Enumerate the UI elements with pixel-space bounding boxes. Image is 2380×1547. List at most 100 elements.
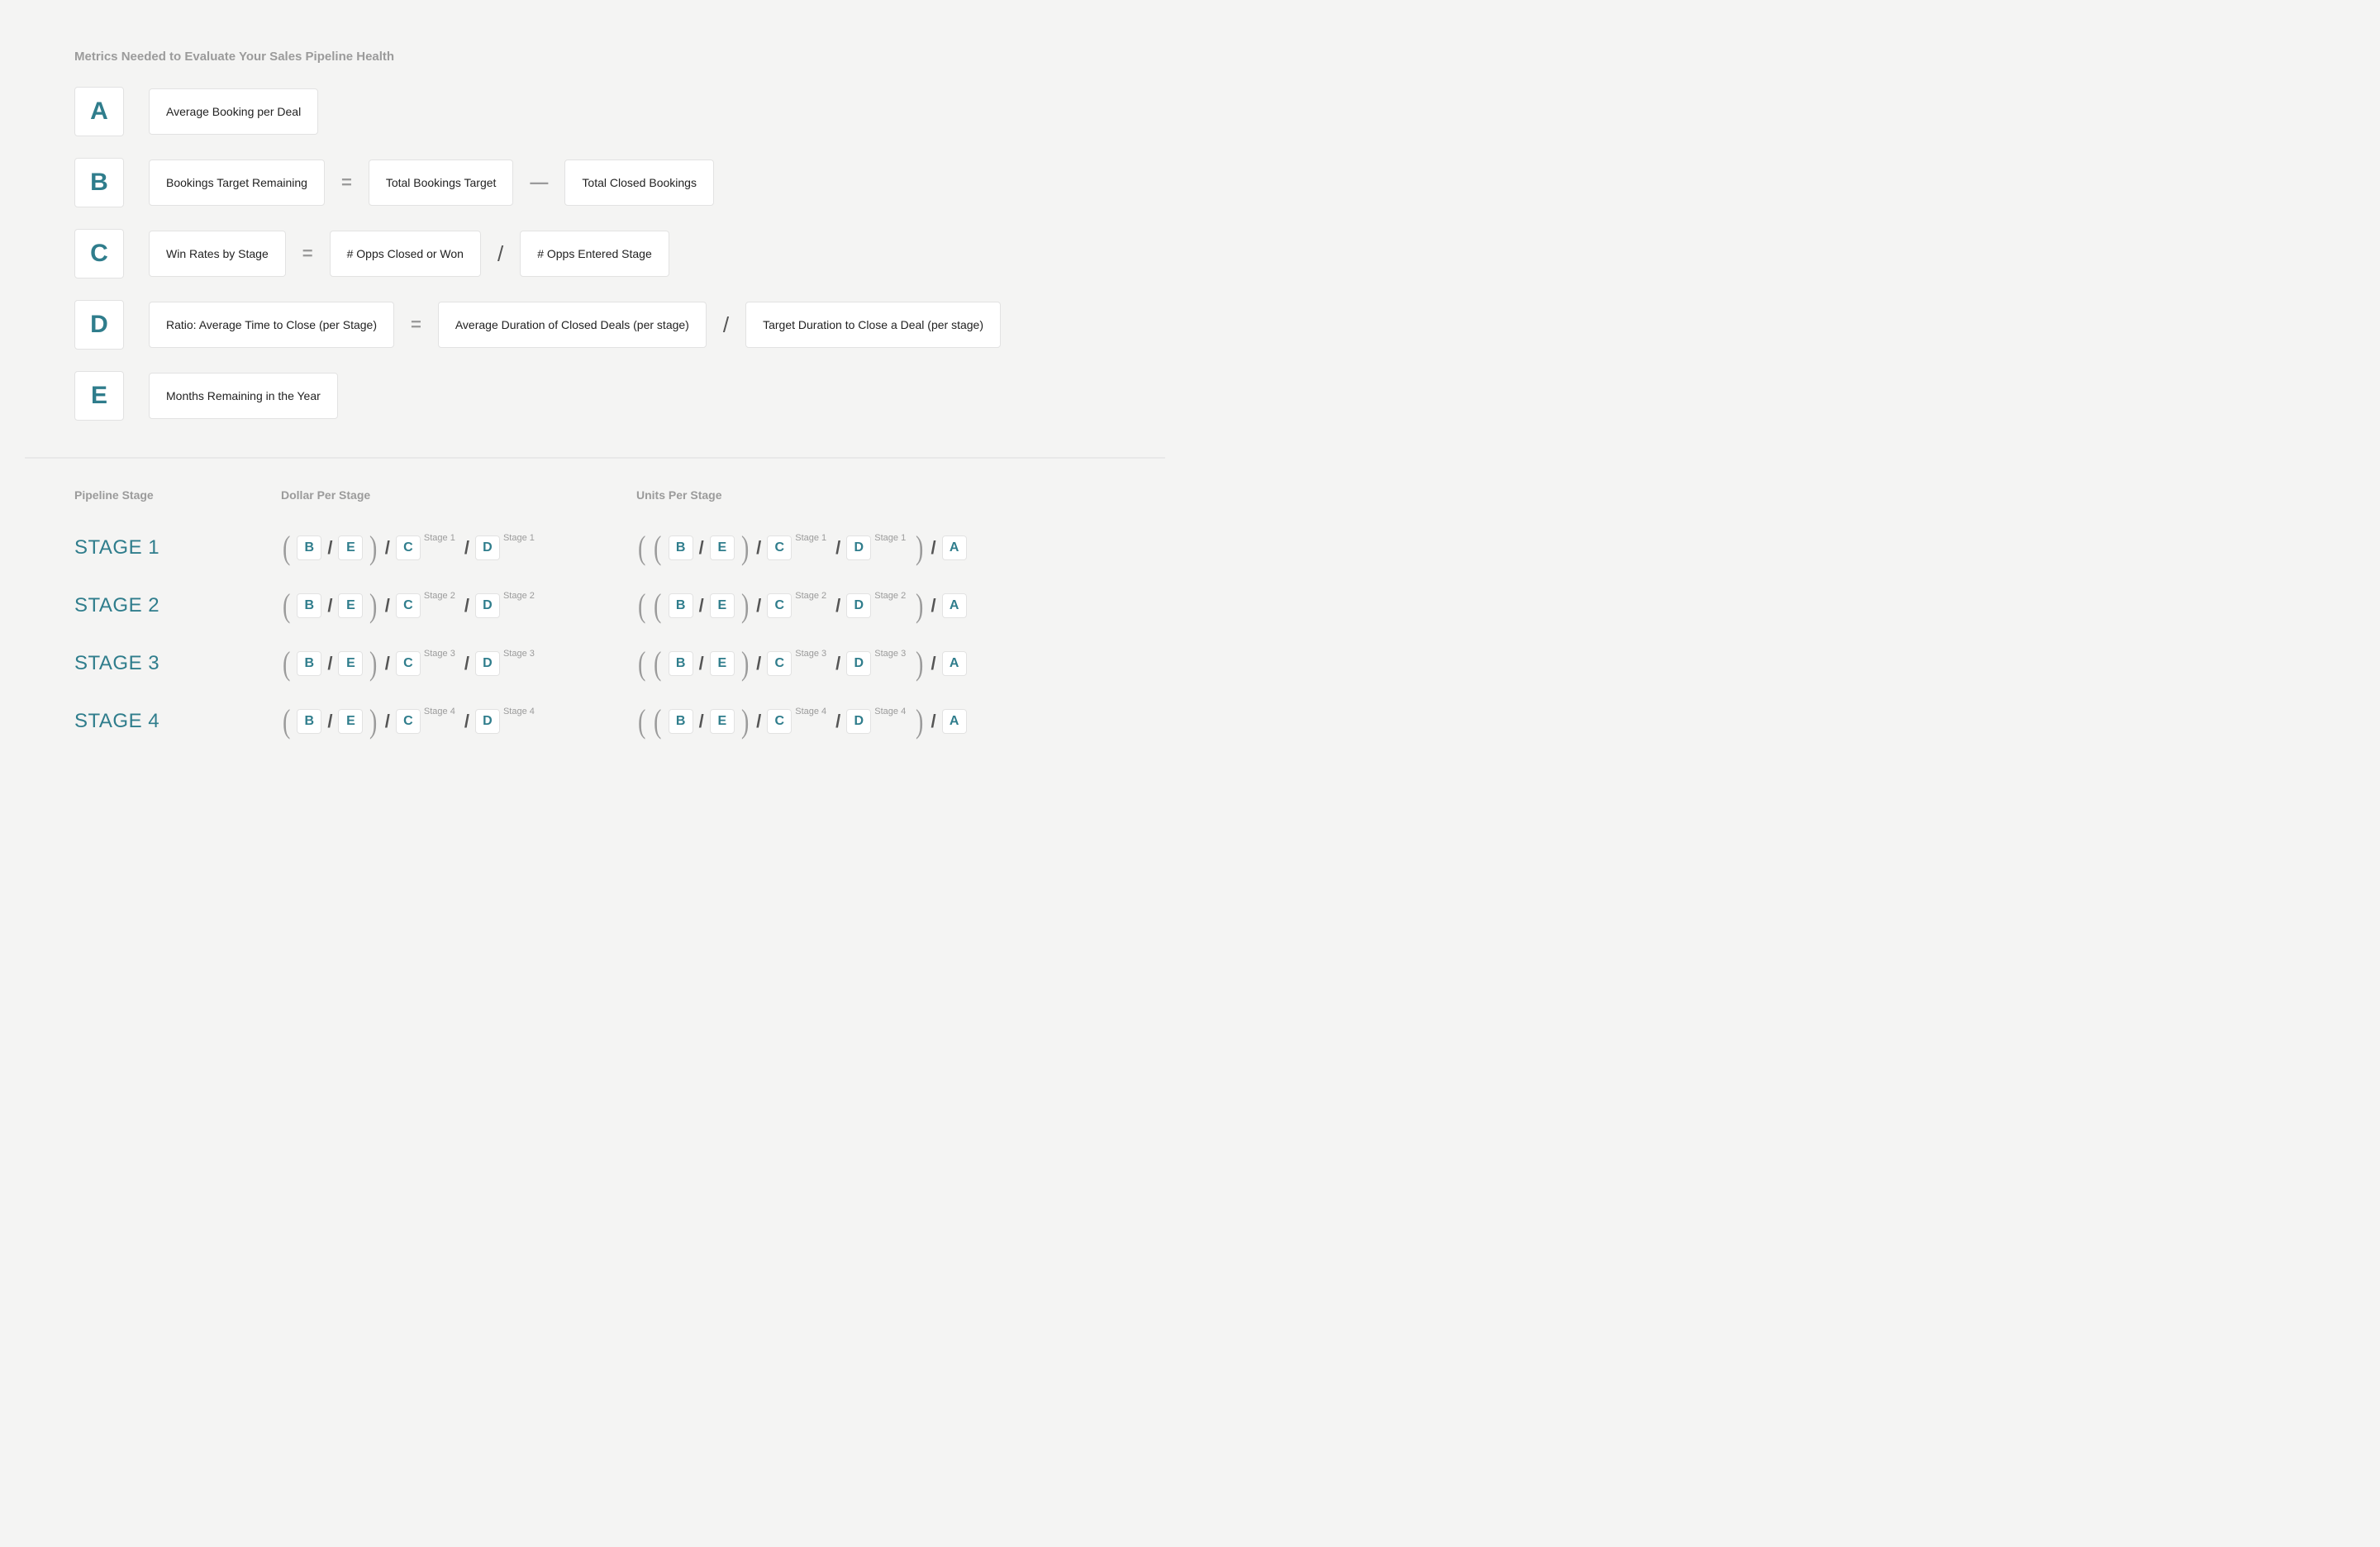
divide-icon: / bbox=[755, 711, 762, 732]
metric-chip-d: D bbox=[475, 709, 500, 734]
stage-superscript: Stage 3 bbox=[503, 649, 535, 659]
column-header-units: Units Per Stage bbox=[636, 488, 1116, 502]
stage-superscript: Stage 1 bbox=[424, 533, 455, 543]
metric-chip-d: D bbox=[475, 651, 500, 676]
divide-icon: / bbox=[835, 537, 841, 559]
dollar-per-stage-formula: (B/E)/CStage 4/DStage 4 bbox=[281, 705, 636, 738]
stage-superscript: Stage 3 bbox=[795, 649, 826, 659]
column-header-stage: Pipeline Stage bbox=[74, 488, 281, 502]
stage-label: STAGE 4 bbox=[74, 710, 281, 733]
column-header-dollar: Dollar Per Stage bbox=[281, 488, 636, 502]
divide-icon: / bbox=[721, 312, 731, 338]
metric-result: Bookings Target Remaining bbox=[149, 159, 325, 206]
metric-lhs: # Opps Closed or Won bbox=[330, 231, 481, 277]
divide-icon: / bbox=[464, 711, 470, 732]
metric-letter: E bbox=[74, 371, 124, 421]
paren-icon: ) bbox=[741, 589, 749, 622]
metric-chip-e: E bbox=[338, 709, 363, 734]
paren-icon: ) bbox=[916, 705, 923, 738]
metric-chip-b: B bbox=[297, 536, 321, 560]
paren-icon: ( bbox=[638, 531, 645, 564]
page-title: Metrics Needed to Evaluate Your Sales Pi… bbox=[74, 50, 1116, 64]
divide-icon: / bbox=[835, 711, 841, 732]
divide-icon: / bbox=[698, 595, 705, 616]
stage-superscript: Stage 2 bbox=[503, 591, 535, 601]
divide-icon: / bbox=[496, 241, 505, 267]
metric-result: Win Rates by Stage bbox=[149, 231, 286, 277]
metric-chip-b: B bbox=[669, 709, 693, 734]
equals-icon: = bbox=[409, 314, 423, 336]
metric-chip-c: C bbox=[396, 593, 421, 618]
metric-chip-d: D bbox=[846, 593, 871, 618]
dollar-per-stage-formula: (B/E)/CStage 1/DStage 1 bbox=[281, 531, 636, 564]
metric-chip-e: E bbox=[338, 651, 363, 676]
units-per-stage-formula: ((B/E)/CStage 3/DStage 3)/A bbox=[636, 647, 1116, 680]
metric-chip-b: B bbox=[297, 593, 321, 618]
metric-row-c: C Win Rates by Stage = # Opps Closed or … bbox=[74, 229, 1116, 278]
metric-chip-e: E bbox=[710, 593, 735, 618]
metric-chip-a: A bbox=[942, 651, 967, 676]
divide-icon: / bbox=[326, 595, 333, 616]
metric-letter: A bbox=[74, 87, 124, 136]
metric-chip-d: D bbox=[846, 709, 871, 734]
metric-row-d: D Ratio: Average Time to Close (per Stag… bbox=[74, 300, 1116, 350]
metric-chip-c: C bbox=[396, 536, 421, 560]
metric-definition: Average Booking per Deal bbox=[149, 88, 318, 135]
divide-icon: / bbox=[384, 537, 391, 559]
metric-chip-a: A bbox=[942, 709, 967, 734]
equals-icon: = bbox=[340, 172, 354, 193]
metric-definition: Months Remaining in the Year bbox=[149, 373, 338, 419]
divide-icon: / bbox=[384, 653, 391, 674]
divide-icon: / bbox=[326, 653, 333, 674]
divide-icon: / bbox=[464, 653, 470, 674]
paren-icon: ( bbox=[654, 531, 661, 564]
paren-icon: ( bbox=[283, 589, 290, 622]
metric-chip-d: D bbox=[846, 651, 871, 676]
divide-icon: / bbox=[755, 595, 762, 616]
metric-rhs: Target Duration to Close a Deal (per sta… bbox=[745, 302, 1001, 348]
metric-definitions: A Average Booking per Deal B Bookings Ta… bbox=[74, 87, 1116, 421]
stage-label: STAGE 2 bbox=[74, 594, 281, 617]
divide-icon: / bbox=[326, 711, 333, 732]
divide-icon: / bbox=[326, 537, 333, 559]
divide-icon: / bbox=[384, 595, 391, 616]
units-per-stage-formula: ((B/E)/CStage 2/DStage 2)/A bbox=[636, 589, 1116, 622]
paren-icon: ) bbox=[369, 589, 377, 622]
paren-icon: ( bbox=[283, 531, 290, 564]
stage-superscript: Stage 4 bbox=[424, 707, 455, 716]
stage-formula-table: Pipeline Stage Dollar Per Stage Units Pe… bbox=[74, 488, 1116, 738]
divide-icon: / bbox=[464, 595, 470, 616]
paren-icon: ) bbox=[741, 647, 749, 680]
minus-icon: — bbox=[528, 172, 550, 193]
stage-superscript: Stage 3 bbox=[424, 649, 455, 659]
stage-superscript: Stage 2 bbox=[795, 591, 826, 601]
paren-icon: ) bbox=[741, 531, 749, 564]
divide-icon: / bbox=[835, 595, 841, 616]
metric-chip-b: B bbox=[669, 536, 693, 560]
paren-icon: ) bbox=[741, 705, 749, 738]
metric-letter: B bbox=[74, 158, 124, 207]
paren-icon: ( bbox=[638, 589, 645, 622]
divide-icon: / bbox=[698, 711, 705, 732]
metric-chip-a: A bbox=[942, 593, 967, 618]
section-divider bbox=[25, 457, 1165, 459]
metric-chip-c: C bbox=[767, 709, 792, 734]
divide-icon: / bbox=[931, 653, 937, 674]
divide-icon: / bbox=[755, 537, 762, 559]
paren-icon: ) bbox=[369, 705, 377, 738]
stage-superscript: Stage 1 bbox=[874, 533, 906, 543]
metric-chip-b: B bbox=[669, 593, 693, 618]
metric-chip-c: C bbox=[767, 536, 792, 560]
metric-chip-d: D bbox=[475, 593, 500, 618]
paren-icon: ( bbox=[654, 647, 661, 680]
paren-icon: ) bbox=[369, 531, 377, 564]
metric-rhs: # Opps Entered Stage bbox=[520, 231, 669, 277]
paren-icon: ( bbox=[654, 589, 661, 622]
metric-result: Ratio: Average Time to Close (per Stage) bbox=[149, 302, 394, 348]
paren-icon: ( bbox=[283, 705, 290, 738]
divide-icon: / bbox=[464, 537, 470, 559]
paren-icon: ( bbox=[638, 647, 645, 680]
dollar-per-stage-formula: (B/E)/CStage 3/DStage 3 bbox=[281, 647, 636, 680]
paren-icon: ) bbox=[916, 531, 923, 564]
paren-icon: ) bbox=[916, 647, 923, 680]
